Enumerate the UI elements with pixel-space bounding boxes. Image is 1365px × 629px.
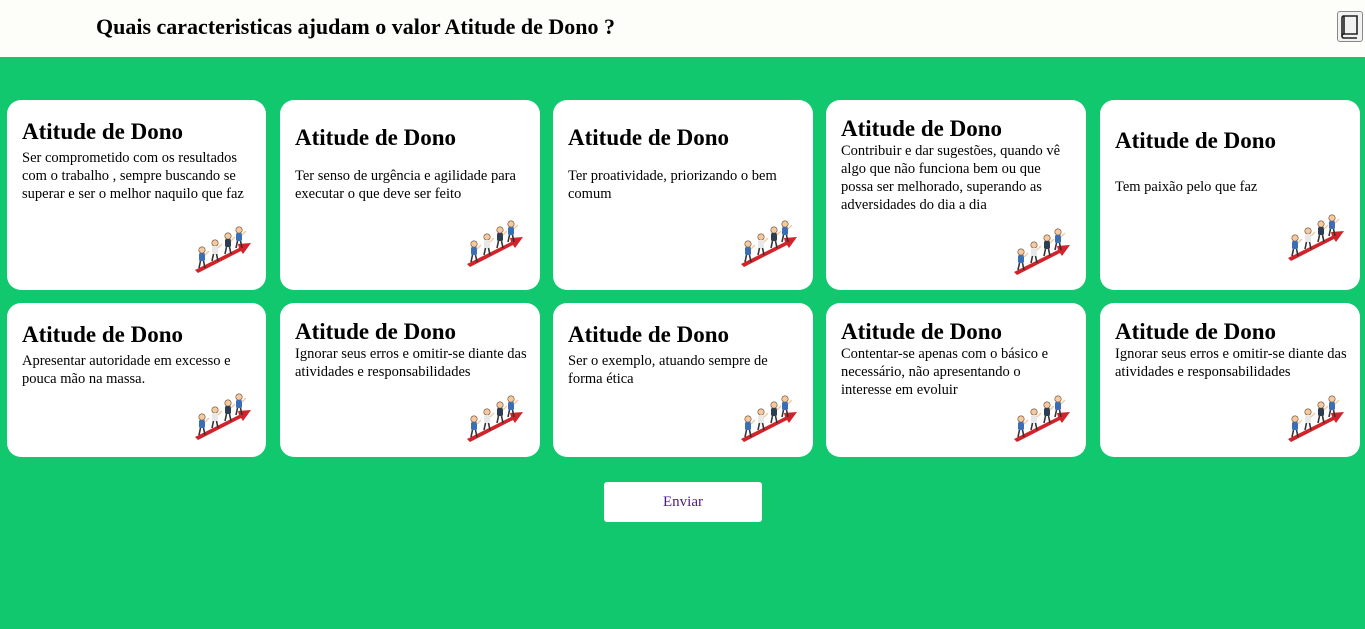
send-button[interactable]: Enviar <box>604 482 762 522</box>
card-title: Atitude de Dono <box>22 119 184 144</box>
card-text: Tem paixão pelo que faz <box>1115 179 1258 195</box>
card-title: Atitude de Dono <box>568 322 730 347</box>
team-climbing-arrow-illustration <box>465 220 525 268</box>
option-card[interactable]: Atitude de Dono Contribuir e dar sugestõ… <box>826 100 1086 290</box>
option-card[interactable]: Atitude de Dono Ter proatividade, priori… <box>553 100 813 290</box>
card-text: Apresentar autoridade em excesso e pouca… <box>22 353 231 387</box>
card-title: Atitude de Dono <box>295 319 457 344</box>
team-climbing-arrow-illustration <box>1286 395 1346 443</box>
team-climbing-arrow-illustration <box>1012 228 1072 276</box>
team-climbing-arrow-illustration <box>1286 214 1346 262</box>
book-button[interactable] <box>1337 11 1363 42</box>
option-card[interactable]: Atitude de Dono Ser o exemplo, atuando s… <box>553 303 813 457</box>
card-title: Atitude de Dono <box>295 125 457 150</box>
card-text: Ser o exemplo, atuando sempre de forma é… <box>568 353 768 387</box>
team-climbing-arrow-illustration <box>739 395 799 443</box>
card-title: Atitude de Dono <box>1115 319 1277 344</box>
card-text: Contribuir e dar sugestões, quando vê al… <box>841 143 1061 213</box>
card-title: Atitude de Dono <box>568 125 730 150</box>
card-title: Atitude de Dono <box>22 322 184 347</box>
card-text: Ter proatividade, priorizando o bem comu… <box>568 168 777 202</box>
option-card[interactable]: Atitude de Dono Ter senso de urgência e … <box>280 100 540 290</box>
team-climbing-arrow-illustration <box>465 395 525 443</box>
option-card[interactable]: Atitude de Dono Contentar-se apenas com … <box>826 303 1086 457</box>
team-climbing-arrow-illustration <box>739 220 799 268</box>
card-text: Ser comprometido com os resultados com o… <box>22 150 244 202</box>
team-climbing-arrow-illustration <box>193 393 253 441</box>
card-title: Atitude de Dono <box>841 116 1003 141</box>
option-card[interactable]: Atitude de Dono Ignorar seus erros e omi… <box>1100 303 1360 457</box>
card-title: Atitude de Dono <box>1115 128 1277 153</box>
card-text: Ter senso de urgência e agilidade para e… <box>295 168 516 202</box>
option-card[interactable]: Atitude de Dono Ignorar seus erros e omi… <box>280 303 540 457</box>
book-icon <box>1341 15 1358 39</box>
question-title: Quais caracteristicas ajudam o valor Ati… <box>96 14 616 39</box>
option-card[interactable]: Atitude de Dono Tem paixão pelo que faz <box>1100 100 1360 290</box>
card-title: Atitude de Dono <box>841 319 1003 344</box>
option-card[interactable]: Atitude de Dono Apresentar autoridade em… <box>7 303 266 457</box>
team-climbing-arrow-illustration <box>1012 395 1072 443</box>
option-card[interactable]: Atitude de Dono Ser comprometido com os … <box>7 100 266 290</box>
card-text: Ignorar seus erros e omitir-se diante da… <box>295 346 527 380</box>
team-climbing-arrow-illustration <box>193 226 253 274</box>
card-text: Ignorar seus erros e omitir-se diante da… <box>1115 346 1347 380</box>
card-text: Contentar-se apenas com o básico e neces… <box>841 346 1049 398</box>
header-bar: Quais caracteristicas ajudam o valor Ati… <box>0 0 1365 57</box>
